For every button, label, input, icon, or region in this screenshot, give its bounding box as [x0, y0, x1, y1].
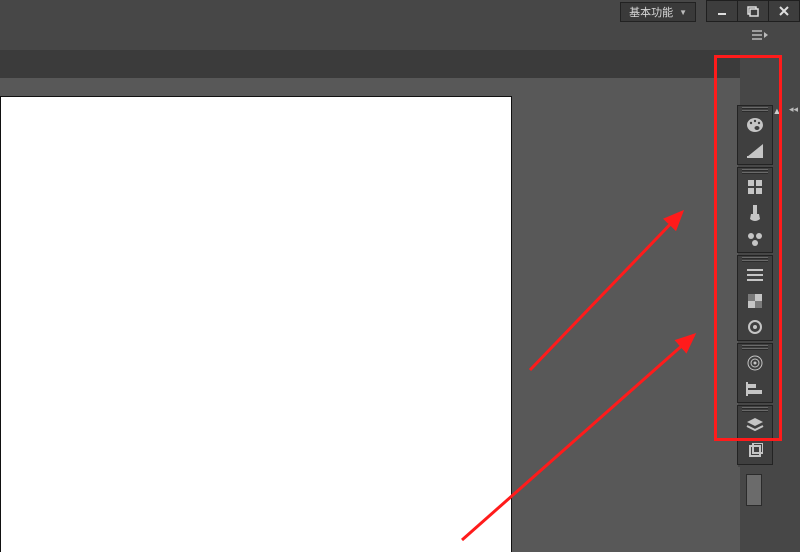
canvas-artboard[interactable]	[0, 96, 512, 552]
stroke-icon[interactable]	[740, 262, 770, 288]
expand-panels-icon[interactable]: ◂◂	[789, 104, 798, 115]
align-icon[interactable]	[740, 376, 770, 402]
panel-group-stroke	[737, 255, 773, 341]
chevron-down-icon: ▼	[679, 8, 687, 17]
title-bar: 基本功能 ▼	[0, 0, 800, 23]
document-area	[0, 78, 740, 552]
artboards-icon[interactable]	[740, 438, 770, 464]
close-button[interactable]	[768, 0, 800, 22]
options-menu-icon[interactable]	[752, 29, 768, 44]
panel-collapse-arrow-icon[interactable]: ▲	[772, 102, 782, 120]
panel-group-appearance	[737, 343, 773, 403]
workspace-switcher[interactable]: 基本功能 ▼	[620, 2, 696, 22]
vertical-scrollbar-thumb[interactable]	[746, 474, 762, 506]
panel-group-swatches	[737, 167, 773, 253]
layers-icon[interactable]	[740, 412, 770, 438]
swatches-icon[interactable]	[740, 174, 770, 200]
workspace-label: 基本功能	[629, 4, 673, 20]
transparency-icon[interactable]	[740, 288, 770, 314]
window-controls	[707, 0, 800, 20]
graphic-styles-icon[interactable]	[740, 314, 770, 340]
color-palette-icon[interactable]	[740, 112, 770, 138]
document-tab-bar[interactable]	[0, 50, 740, 79]
panel-group-layers	[737, 405, 773, 465]
brush-icon[interactable]	[740, 200, 770, 226]
options-bar	[0, 22, 800, 51]
panel-group-color	[737, 105, 773, 165]
appearance-icon[interactable]	[740, 350, 770, 376]
workspace: ▲ ◂◂	[0, 50, 800, 552]
symbols-icon[interactable]	[740, 226, 770, 252]
maximize-button[interactable]	[737, 0, 769, 22]
panel-dock	[738, 105, 772, 467]
minimize-button[interactable]	[706, 0, 738, 22]
gradient-icon[interactable]	[740, 138, 770, 164]
